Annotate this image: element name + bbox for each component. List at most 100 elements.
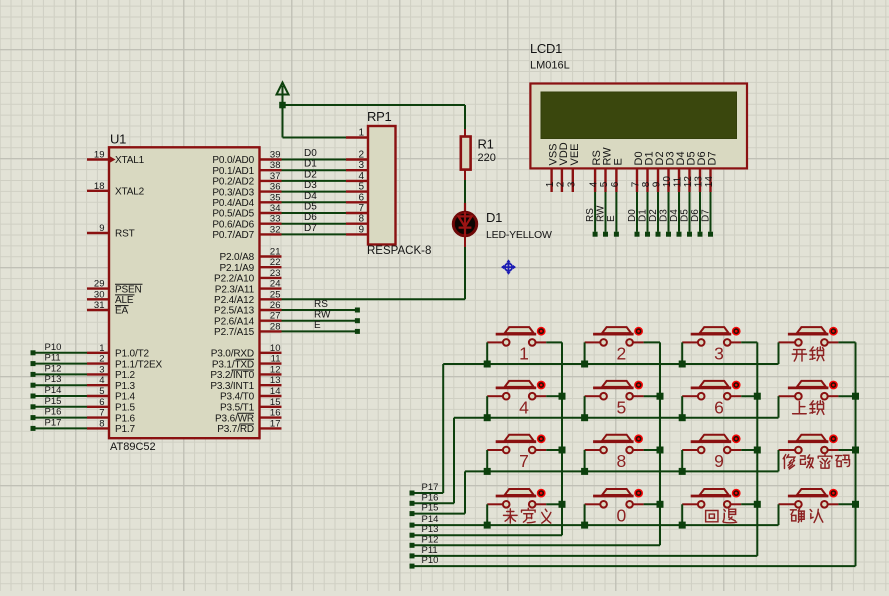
svg-text:P2.4/A12: P2.4/A12 — [214, 295, 255, 306]
svg-text:E: E — [612, 158, 624, 165]
svg-text:6: 6 — [610, 181, 621, 187]
svg-text:D7: D7 — [304, 223, 317, 234]
svg-text:17: 17 — [270, 418, 281, 429]
svg-text:P0.4/AD4: P0.4/AD4 — [212, 198, 254, 209]
svg-text:P0.6/AD6: P0.6/AD6 — [212, 219, 254, 230]
svg-text:RW: RW — [595, 205, 606, 222]
svg-text:23: 23 — [270, 268, 281, 279]
svg-text:6: 6 — [99, 397, 104, 408]
svg-text:P2.7/A15: P2.7/A15 — [214, 327, 255, 338]
svg-text:RS: RS — [585, 208, 596, 222]
svg-text:3: 3 — [714, 344, 724, 364]
svg-text:1: 1 — [358, 128, 364, 139]
svg-text:P2.0/A8: P2.0/A8 — [219, 252, 254, 263]
svg-text:8: 8 — [358, 214, 364, 225]
svg-text:P2.1/A9: P2.1/A9 — [219, 263, 254, 274]
svg-text:1: 1 — [99, 343, 104, 354]
svg-text:P11: P11 — [45, 353, 61, 364]
svg-text:P0.5/AD5: P0.5/AD5 — [212, 209, 254, 220]
svg-text:P3.4/T0: P3.4/T0 — [220, 392, 255, 403]
svg-text:D4: D4 — [304, 191, 317, 202]
svg-text:9: 9 — [714, 451, 724, 471]
svg-text:VEE: VEE — [569, 143, 581, 165]
svg-text:RESPACK-8: RESPACK-8 — [367, 245, 431, 257]
svg-text:24: 24 — [270, 279, 281, 290]
svg-text:P2.2/A10: P2.2/A10 — [214, 274, 255, 285]
svg-text:0: 0 — [617, 506, 627, 526]
svg-text:2: 2 — [99, 354, 104, 365]
svg-text:P2.3/A11: P2.3/A11 — [215, 284, 255, 295]
svg-text:D4: D4 — [669, 209, 680, 222]
svg-text:29: 29 — [94, 279, 105, 290]
svg-text:P12: P12 — [45, 363, 62, 374]
svg-text:P17: P17 — [45, 417, 62, 428]
svg-text:E: E — [606, 215, 617, 222]
svg-text:D2: D2 — [648, 209, 659, 222]
svg-text:D7: D7 — [700, 209, 711, 222]
svg-text:R1: R1 — [478, 137, 494, 152]
svg-text:RST: RST — [115, 229, 135, 240]
svg-text:D2: D2 — [304, 169, 317, 180]
svg-text:10: 10 — [270, 343, 281, 354]
svg-text:P1.0/T2: P1.0/T2 — [115, 349, 150, 360]
svg-text:LED-YELLOW: LED-YELLOW — [486, 229, 552, 241]
svg-text:7: 7 — [358, 203, 364, 214]
svg-text:ALE: ALE — [115, 295, 134, 306]
svg-text:6: 6 — [358, 192, 364, 203]
svg-text:P1.4: P1.4 — [115, 392, 136, 403]
svg-text:D6: D6 — [304, 212, 317, 223]
svg-text:13: 13 — [270, 375, 281, 386]
svg-text:P15: P15 — [422, 503, 439, 514]
svg-text:30: 30 — [94, 289, 105, 300]
svg-text:14: 14 — [270, 386, 281, 397]
svg-text:11: 11 — [673, 176, 684, 187]
svg-text:P1.3: P1.3 — [115, 381, 136, 392]
svg-text:D7: D7 — [707, 151, 719, 165]
svg-text:XTAL1: XTAL1 — [115, 155, 145, 166]
svg-text:31: 31 — [94, 300, 105, 311]
svg-text:D3: D3 — [304, 180, 317, 191]
svg-text:D0: D0 — [304, 148, 317, 159]
svg-text:LM016L: LM016L — [530, 60, 570, 72]
svg-text:RS: RS — [314, 299, 328, 310]
svg-text:P14: P14 — [45, 385, 62, 396]
svg-text:33: 33 — [270, 214, 281, 225]
svg-text:P13: P13 — [45, 374, 62, 385]
svg-text:4: 4 — [589, 181, 600, 187]
svg-text:7: 7 — [631, 181, 642, 187]
svg-text:RP1: RP1 — [367, 109, 391, 124]
svg-text:1: 1 — [519, 344, 529, 364]
svg-text:14: 14 — [704, 176, 715, 188]
svg-text:P0.0/AD0: P0.0/AD0 — [212, 155, 254, 166]
svg-text:P2.5/A13: P2.5/A13 — [214, 306, 255, 317]
svg-text:PSEN: PSEN — [115, 284, 142, 295]
svg-text:P1.5: P1.5 — [115, 403, 136, 414]
svg-text:38: 38 — [270, 160, 281, 171]
svg-text:P3.7/RD: P3.7/RD — [217, 424, 254, 435]
svg-text:P3.2/INT0: P3.2/INT0 — [210, 370, 254, 381]
svg-text:220: 220 — [478, 152, 496, 164]
svg-text:D0: D0 — [627, 209, 638, 222]
svg-text:2: 2 — [358, 150, 364, 161]
svg-text:P2.6/A14: P2.6/A14 — [214, 316, 255, 327]
svg-text:3: 3 — [99, 364, 104, 375]
svg-text:P3.3/INT1: P3.3/INT1 — [210, 381, 254, 392]
svg-text:XTAL2: XTAL2 — [115, 187, 145, 198]
svg-text:P10: P10 — [45, 342, 62, 353]
svg-text:P0.2/AD2: P0.2/AD2 — [212, 177, 254, 188]
svg-text:12: 12 — [270, 364, 281, 375]
svg-text:2: 2 — [617, 344, 627, 364]
svg-text:7: 7 — [519, 451, 529, 471]
svg-text:3: 3 — [566, 181, 577, 187]
svg-text:4: 4 — [519, 397, 529, 417]
svg-text:P16: P16 — [45, 407, 62, 418]
svg-text:2: 2 — [555, 181, 566, 187]
svg-text:D3: D3 — [658, 209, 669, 222]
svg-text:3: 3 — [358, 160, 364, 171]
svg-text:D5: D5 — [679, 209, 690, 222]
svg-text:P1.1/T2EX: P1.1/T2EX — [115, 359, 162, 370]
svg-text:P1.6: P1.6 — [115, 413, 136, 424]
svg-text:9: 9 — [652, 181, 663, 187]
svg-text:27: 27 — [270, 311, 281, 322]
svg-text:E: E — [314, 320, 321, 331]
